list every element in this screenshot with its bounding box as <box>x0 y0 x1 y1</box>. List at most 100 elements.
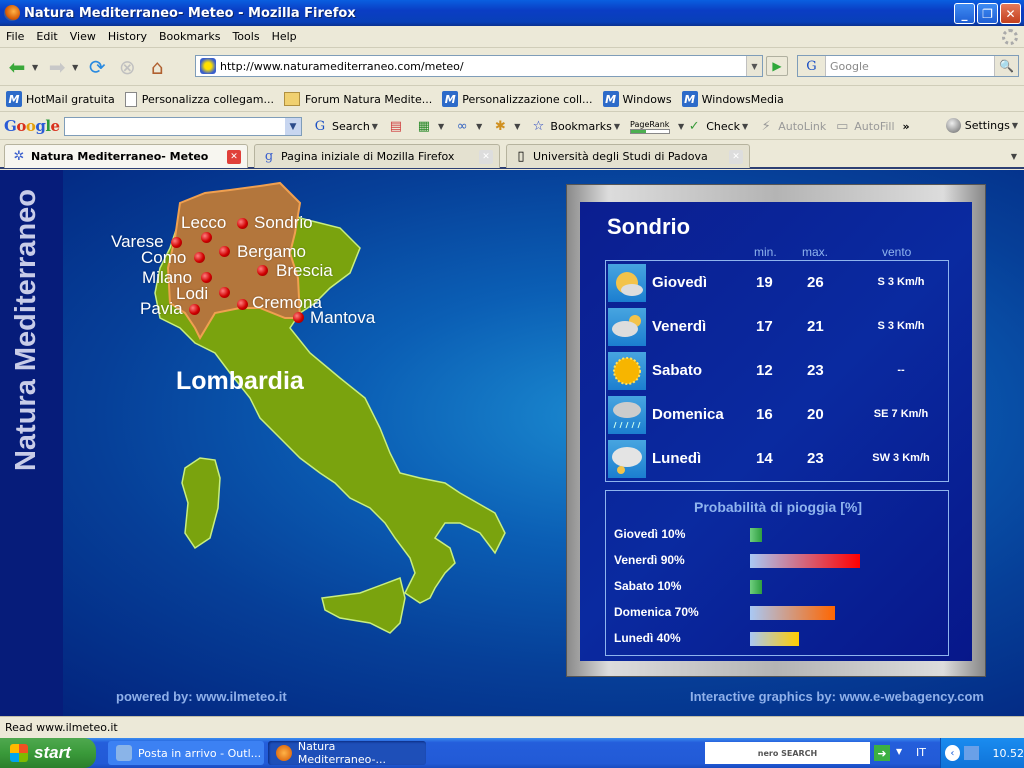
autofill-label: AutoFill <box>854 120 895 133</box>
google-search-input[interactable]: ▼ <box>64 117 302 136</box>
pagerank-dropdown[interactable]: ▼ <box>678 122 684 131</box>
menu-bookmarks[interactable]: Bookmarks <box>153 30 226 43</box>
sardinia <box>181 457 221 550</box>
menu-edit[interactable]: Edit <box>30 30 63 43</box>
google-search-dropdown[interactable]: ▼ <box>285 118 301 135</box>
google-settings-button[interactable]: Settings ▼ <box>945 118 1020 133</box>
menu-history[interactable]: History <box>102 30 153 43</box>
menu-view[interactable]: View <box>64 30 102 43</box>
menu-tools[interactable]: Tools <box>226 30 265 43</box>
maps-button[interactable]: ▦ ▼ <box>416 119 446 135</box>
reload-button[interactable]: ⟳ <box>84 54 110 80</box>
city-label-mantova[interactable]: Mantova <box>310 308 375 328</box>
taskbar: start Posta in arrivo - Outl... Natura M… <box>0 738 1024 768</box>
powered-by-link[interactable]: powered by: www.ilmeteo.it <box>116 689 287 704</box>
city-dot-como[interactable] <box>194 252 205 263</box>
search-box[interactable]: G Google 🔍 <box>797 55 1019 77</box>
nero-go-icon[interactable]: ➜ <box>874 745 890 761</box>
back-history-dropdown[interactable]: ▼ <box>32 63 38 72</box>
page-icon <box>124 91 137 107</box>
go-button[interactable]: ▶ <box>766 56 788 76</box>
nero-dropdown[interactable]: ▼ <box>896 747 902 756</box>
forecast-day: Lunedì <box>652 450 702 467</box>
nero-search-box[interactable]: nero SEARCH <box>705 742 870 764</box>
city-dot-varese[interactable] <box>171 237 182 248</box>
wand-icon: ⚡ <box>761 118 771 134</box>
system-tray: ‹ 10.52 <box>940 738 1024 768</box>
bookmark-forum-natura[interactable]: Forum Natura Medite... <box>284 92 432 106</box>
url-history-dropdown[interactable]: ▼ <box>746 56 762 76</box>
city-dot-mantova[interactable] <box>293 312 304 323</box>
sicily <box>321 577 406 634</box>
tab-label: Pagina iniziale di Mozilla Firefox <box>281 150 455 163</box>
url-input[interactable]: http://www.naturamediterraneo.com/meteo/ <box>220 60 464 73</box>
city-dot-pavia[interactable] <box>189 304 200 315</box>
links-button[interactable]: ∞ ▼ <box>454 119 484 135</box>
col-header-max: max. <box>802 245 829 259</box>
spellcheck-icon: ✓ <box>688 118 700 134</box>
url-bar[interactable]: http://www.naturamediterraneo.com/meteo/… <box>195 55 763 77</box>
tab-universita-padova[interactable]: ▯ Università degli Studi di Padova ✕ <box>506 144 750 168</box>
show-hidden-icons-button[interactable]: ‹ <box>945 745 960 761</box>
close-tab-icon[interactable]: ✕ <box>729 150 743 164</box>
window-title: Natura Mediterraneo- Meteo - Mozilla Fir… <box>24 5 356 21</box>
bookmark-personalizza-collegamenti[interactable]: Personalizza collegam... <box>124 91 274 107</box>
menu-help[interactable]: Help <box>266 30 303 43</box>
tab-mozilla-firefox[interactable]: g Pagina iniziale di Mozilla Firefox ✕ <box>254 144 500 168</box>
city-dot-lecco[interactable] <box>201 232 212 243</box>
city-dot-sondrio[interactable] <box>237 218 248 229</box>
search-engine-selector[interactable]: G <box>798 56 826 76</box>
spellcheck-button[interactable]: ✓ Check ▼ <box>686 119 750 135</box>
close-tab-icon[interactable]: ✕ <box>479 150 493 164</box>
bookmark-windowsmedia[interactable]: M WindowsMedia <box>681 91 784 107</box>
city-label-lecco[interactable]: Lecco <box>181 213 226 233</box>
back-button[interactable]: ⬅ <box>4 54 30 80</box>
stop-button[interactable]: ⊗ <box>114 54 140 80</box>
home-button[interactable]: ⌂ <box>144 54 170 80</box>
city-label-pavia[interactable]: Pavia <box>140 299 183 319</box>
tab-list-dropdown[interactable]: ▼ <box>1006 147 1022 165</box>
pagerank-indicator[interactable]: PageRank <box>630 120 671 134</box>
city-label-bergamo[interactable]: Bergamo <box>237 242 306 262</box>
restore-button[interactable]: ❐ <box>977 3 998 24</box>
menu-file[interactable]: File <box>0 30 30 43</box>
taskbar-item-label: Natura Mediterraneo-... <box>297 740 386 766</box>
autofill-button[interactable]: ▭ AutoFill <box>834 119 894 135</box>
city-label-como[interactable]: Como <box>141 248 186 268</box>
close-button[interactable]: ✕ <box>1000 3 1021 24</box>
taskbar-item-outlook[interactable]: Posta in arrivo - Outl... <box>108 741 264 765</box>
graphics-by-link[interactable]: Interactive graphics by: www.e-webagency… <box>690 689 984 704</box>
bookmark-windows[interactable]: M Windows <box>602 91 672 107</box>
tab-natura-meteo[interactable]: ✲ Natura Mediterraneo- Meteo ✕ <box>4 144 248 168</box>
news-button[interactable]: ▤ <box>388 119 408 135</box>
google-search-button[interactable]: G Search ▼ <box>312 119 380 135</box>
forward-history-dropdown[interactable]: ▼ <box>72 63 78 72</box>
autolink-button[interactable]: ⚡ AutoLink <box>758 118 827 135</box>
clock[interactable]: 10.52 <box>993 747 1024 760</box>
close-tab-icon[interactable]: ✕ <box>227 150 241 164</box>
toolbar-overflow-button[interactable]: » <box>903 120 910 133</box>
city-dot-cremona[interactable] <box>237 299 248 310</box>
search-icon[interactable]: 🔍 <box>994 56 1018 76</box>
start-button[interactable]: start <box>0 738 96 768</box>
bookmark-hotmail[interactable]: M HotMail gratuita <box>6 91 115 107</box>
google-logo[interactable]: Google <box>4 117 60 135</box>
taskbar-item-firefox[interactable]: Natura Mediterraneo-... <box>268 740 426 766</box>
google-bookmarks-button[interactable]: ☆ Bookmarks ▼ <box>530 119 622 135</box>
forward-button[interactable]: ➡ <box>44 54 70 80</box>
city-label-brescia[interactable]: Brescia <box>276 261 333 281</box>
msn-icon: M <box>602 91 619 107</box>
forecast-wind: -- <box>897 364 905 376</box>
language-indicator[interactable]: IT <box>916 746 926 759</box>
minimize-button[interactable]: _ <box>954 3 975 24</box>
city-dot-brescia[interactable] <box>257 265 268 276</box>
popup-blocker-button[interactable]: ✱ ▼ <box>492 119 522 135</box>
bookmark-personalizzazione[interactable]: M Personalizzazione coll... <box>442 91 593 107</box>
network-icon[interactable] <box>963 746 979 760</box>
city-dot-milano[interactable] <box>201 272 212 283</box>
forecast-frame: Sondrio min. max. vento Giovedì 19 26 S … <box>566 184 986 677</box>
city-dot-bergamo[interactable] <box>219 246 230 257</box>
city-label-sondrio[interactable]: Sondrio <box>254 213 313 233</box>
search-input[interactable]: Google <box>826 60 869 73</box>
city-dot-lodi[interactable] <box>219 287 230 298</box>
